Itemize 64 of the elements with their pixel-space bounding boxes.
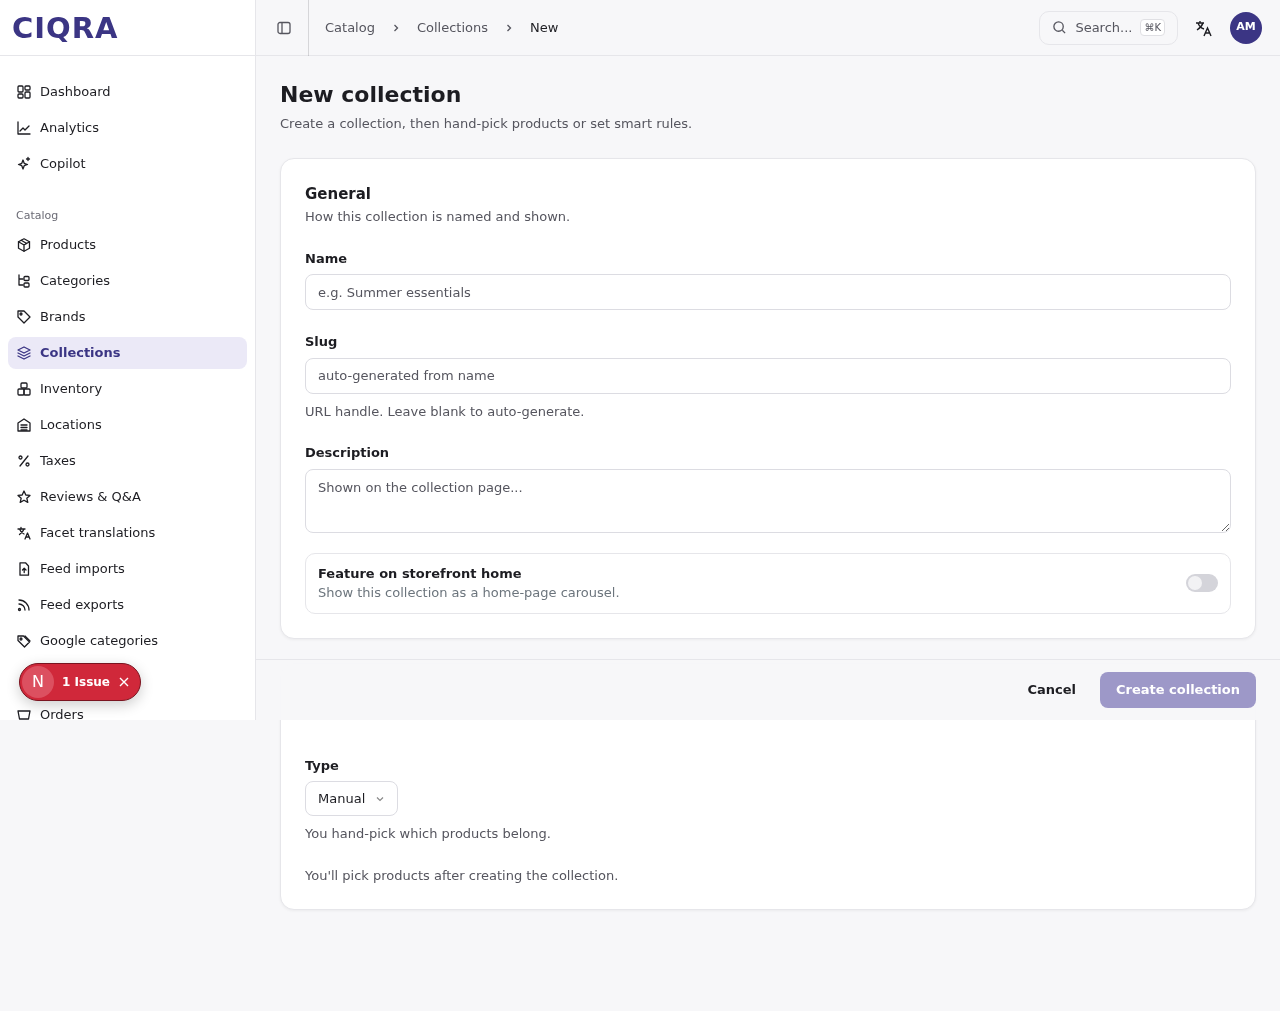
nav-item[interactable]: Dashboard — [8, 76, 247, 108]
card-subtitle: How this collection is named and shown. — [305, 208, 572, 227]
note-text: You'll pick products after creating the collection. — [305, 866, 620, 885]
issue-badge[interactable]: N 1 Issue — [19, 663, 141, 701]
section-heading: Catalog — [15, 208, 60, 224]
text-field[interactable]: e.g. Summer essentials — [305, 274, 1231, 311]
nav-item[interactable]: Inventory — [8, 372, 247, 405]
boxes-icon — [16, 380, 32, 397]
card-title: General — [305, 183, 372, 205]
tag-icon — [16, 308, 32, 325]
nav-item[interactable]: Taxes — [8, 444, 247, 477]
sparkles-icon — [16, 156, 32, 172]
box-icon — [16, 236, 32, 253]
nav-item[interactable]: Copilot — [8, 148, 247, 180]
feature-description: Show this collection as a home-page carousel. — [318, 584, 620, 603]
close-icon[interactable] — [117, 676, 130, 688]
tags-icon — [16, 632, 32, 649]
file-upload-icon — [16, 560, 32, 577]
help-text: You hand-pick which products belong. — [305, 825, 552, 844]
chart-icon — [16, 120, 32, 136]
nav-item[interactable]: Feed imports — [8, 552, 247, 585]
grid-icon — [16, 84, 32, 100]
nav-item[interactable]: Google categories — [8, 624, 247, 657]
translate-icon — [16, 524, 32, 541]
breadcrumb-link[interactable]: Catalog — [325, 17, 375, 38]
type-select[interactable]: Manual — [305, 781, 399, 817]
search-icon — [1052, 20, 1068, 35]
user-avatar[interactable]: AM — [1230, 11, 1262, 44]
nav-item[interactable]: Brands — [8, 300, 247, 333]
description-field[interactable]: Shown on the collection page... — [305, 468, 1231, 533]
help-text: URL handle. Leave blank to auto-generate. — [305, 402, 586, 421]
page-subtitle: Create a collection, then hand-pick products or set smart rules. — [280, 115, 694, 134]
nav-item[interactable]: Analytics — [8, 112, 247, 144]
feature-title: Feature on storefront home — [318, 564, 523, 583]
issue-avatar: N — [22, 666, 54, 698]
nav-item[interactable]: Reviews & Q&A — [8, 480, 247, 513]
nav-item[interactable]: Orders — [8, 698, 247, 720]
field-label: Name — [305, 249, 348, 268]
issue-label: 1 Issue — [62, 674, 110, 691]
breadcrumb-link[interactable]: Collections — [416, 17, 488, 38]
field-label: Type — [305, 756, 340, 775]
star-icon — [16, 488, 32, 505]
field-label: Description — [305, 444, 391, 463]
search-field[interactable]: Search... ⌘K — [1039, 10, 1178, 45]
hierarchy-icon — [16, 272, 32, 289]
nav-item[interactable]: Collections — [8, 336, 247, 369]
layers-icon — [16, 344, 32, 361]
logo: CIQRA — [12, 11, 119, 45]
nav-item[interactable]: Categories — [8, 264, 247, 297]
chevron-icon — [504, 22, 514, 33]
percent-icon — [16, 452, 32, 469]
toggle-switch[interactable] — [1186, 574, 1218, 593]
text-field[interactable]: auto-generated from name — [305, 357, 1231, 394]
nav-item[interactable]: Feed exports — [8, 588, 247, 621]
shortcut-hint: ⌘K — [1140, 19, 1165, 36]
rss-icon — [16, 596, 32, 613]
nav-item[interactable]: Locations — [8, 408, 247, 441]
building-icon — [16, 416, 32, 433]
field-label: Slug — [305, 333, 339, 352]
nav-item[interactable]: Facet translations — [8, 516, 247, 549]
page-title: New collection — [280, 82, 463, 109]
cancel-button[interactable]: Cancel — [1015, 672, 1088, 708]
sidebar-toggle-icon[interactable] — [276, 19, 292, 36]
nav-item[interactable]: Products — [8, 228, 247, 261]
